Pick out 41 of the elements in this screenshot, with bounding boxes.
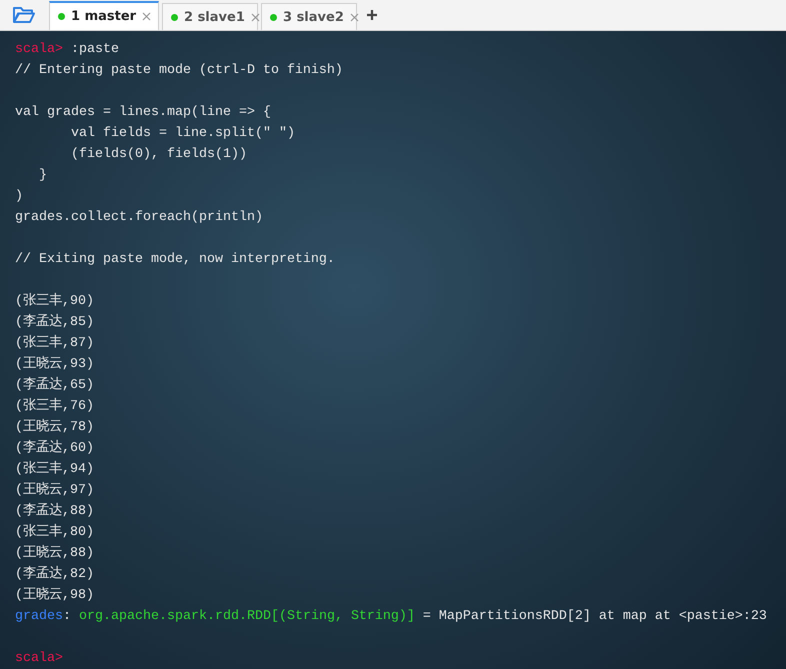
output-text: = MapPartitionsRDD[2] at map at <pastie>:23 [422,609,767,624]
output-text: (张三丰,94) [15,462,94,477]
output-text: (李孟达,88) [15,504,94,519]
output-text: (李孟达,65) [15,378,94,393]
close-icon[interactable] [350,12,359,22]
output-text: val grades = lines.map(line => { [15,105,271,120]
close-icon[interactable] [142,12,152,21]
output-text: } [38,168,47,183]
output-text: (张三丰,76) [15,399,94,414]
prompt-text: scala> [15,651,63,666]
output-text: (张三丰,87) [15,336,94,351]
status-dot-icon [171,14,178,20]
output-text: (王晓云,78) [15,420,94,435]
output-text: // Entering paste mode (ctrl-D to finish) [15,63,343,78]
plus-icon[interactable] [366,9,378,21]
terminal-tab[interactable]: 1 master [49,1,159,30]
output-text: (李孟达,85) [15,315,94,330]
output-text: (王晓云,97) [15,483,94,498]
output-text: (fields(0), fields(1)) [70,147,247,162]
status-dot-icon [270,14,277,20]
prompt-text: scala> [15,42,63,57]
output-text: (李孟达,82) [15,567,94,582]
output-text: (张三丰,80) [15,525,94,540]
output-text: (王晓云,88) [15,546,94,561]
output-text: // Exiting paste mode, now interpreting. [15,252,335,267]
variable-name: grades [15,609,63,624]
output-text: (王晓云,93) [15,357,94,372]
terminal-tab[interactable]: 2 slave1 [162,3,258,30]
output-text: (张三丰,90) [15,294,94,309]
output-text: :paste [70,42,119,57]
output-text: ) [15,189,23,204]
output-text: : [63,609,72,624]
output-text: grades.collect.foreach(println) [15,210,263,225]
output-text: (李孟达,60) [15,441,94,456]
output-text: (王晓云,98) [15,588,94,603]
terminal-tab[interactable]: 3 slave2 [261,3,357,30]
status-dot-icon [58,13,65,20]
close-icon[interactable] [250,12,260,22]
output-text: val fields = line.split(" ") [70,126,295,141]
folder-icon[interactable] [12,6,36,24]
type-name: org.apache.spark.rdd.RDD[(String, String)] [79,609,415,624]
